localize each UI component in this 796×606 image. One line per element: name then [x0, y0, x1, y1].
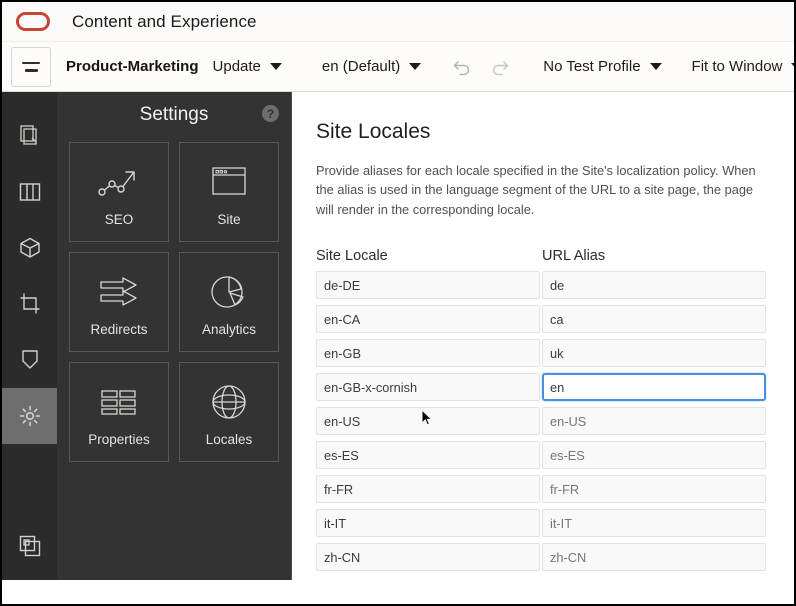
url-alias-input[interactable] — [542, 407, 766, 435]
main-content: Site Locales Provide aliases for each lo… — [292, 92, 794, 604]
table-row — [316, 339, 772, 367]
column-header-url-alias: URL Alias — [542, 247, 767, 265]
undo-button[interactable] — [451, 56, 473, 78]
settings-tile-seo[interactable]: SEO — [69, 142, 169, 242]
settings-tile-analytics[interactable]: Analytics — [179, 252, 279, 352]
sidebar-item-duplicate[interactable] — [2, 518, 57, 574]
settings-tile-label: Analytics — [202, 322, 256, 337]
components-icon — [18, 236, 42, 260]
page-description: Provide aliases for each locale specifie… — [316, 161, 766, 219]
site-locale-input[interactable] — [316, 441, 540, 469]
site-name-label: Product-Marketing — [66, 58, 199, 75]
update-dropdown[interactable]: Update — [213, 58, 282, 75]
test-profile-label: No Test Profile — [543, 58, 640, 75]
theme-icon — [19, 348, 41, 372]
sidebar-item-pages[interactable] — [2, 108, 57, 164]
url-alias-input[interactable] — [542, 305, 766, 333]
table-row — [316, 441, 772, 469]
app-title: Content and Experience — [72, 12, 257, 32]
locales-globe-icon — [208, 378, 250, 426]
url-alias-input[interactable] — [542, 441, 766, 469]
table-row — [316, 271, 772, 299]
site-locale-input[interactable] — [316, 271, 540, 299]
crop-icon — [18, 292, 42, 316]
sidebar-item-layouts[interactable] — [2, 164, 57, 220]
oracle-logo — [16, 12, 50, 31]
settings-tile-label: SEO — [105, 212, 134, 227]
brand-bar: Content and Experience — [2, 2, 794, 42]
table-row — [316, 543, 772, 571]
update-dropdown-label: Update — [213, 58, 261, 75]
table-row — [316, 373, 772, 401]
properties-table-icon — [96, 378, 142, 426]
application-window: Content and Experience Product-Marketing… — [0, 0, 796, 606]
settings-tile-site[interactable]: Site — [179, 142, 279, 242]
site-locale-input[interactable] — [316, 509, 540, 537]
chevron-down-icon — [791, 63, 796, 70]
settings-tile-grid: SEO Site — [57, 142, 291, 462]
settings-tile-label: Redirects — [90, 322, 147, 337]
table-row — [316, 407, 772, 435]
column-header-label: URL Alias — [542, 248, 605, 264]
sidebar-item-crop[interactable] — [2, 276, 57, 332]
url-alias-input[interactable] — [542, 509, 766, 537]
zoom-label: Fit to Window — [692, 58, 783, 75]
site-locale-input[interactable] — [316, 543, 540, 571]
url-alias-input[interactable] — [542, 543, 766, 571]
columns-icon — [18, 181, 42, 203]
table-header-row: Site Locale URL Alias — [316, 247, 772, 265]
help-icon[interactable]: ? — [262, 105, 279, 122]
zoom-dropdown[interactable]: Fit to Window — [692, 58, 796, 75]
duplicate-icon — [18, 534, 42, 558]
hamburger-icon-line-2 — [25, 69, 38, 72]
redo-button[interactable] — [489, 56, 511, 78]
settings-tile-label: Properties — [88, 432, 150, 447]
editor-toolbar: Product-Marketing Update en (Default) No… — [2, 42, 794, 92]
chevron-down-icon — [650, 63, 662, 70]
seo-trend-icon — [96, 158, 142, 206]
hamburger-icon-line-1 — [22, 62, 40, 65]
sidebar-item-components[interactable] — [2, 220, 57, 276]
language-dropdown-label: en (Default) — [322, 58, 400, 75]
site-locale-input[interactable] — [316, 475, 540, 503]
table-body — [316, 271, 772, 571]
hamburger-menu-button[interactable] — [11, 47, 51, 87]
settings-panel-header: Settings ? — [57, 92, 291, 138]
analytics-pie-icon — [207, 268, 251, 316]
sidebar-item-settings[interactable] — [2, 388, 57, 444]
site-window-icon — [208, 158, 250, 206]
settings-panel: Settings ? SEO — [57, 92, 292, 580]
test-profile-dropdown[interactable]: No Test Profile — [543, 58, 661, 75]
page-title: Site Locales — [316, 120, 772, 144]
left-icon-rail — [2, 92, 57, 580]
site-locale-input[interactable] — [316, 339, 540, 367]
settings-panel-title: Settings — [140, 104, 209, 126]
site-locales-table: Site Locale URL Alias — [316, 247, 772, 571]
site-locale-input[interactable] — [316, 305, 540, 333]
url-alias-input[interactable] — [542, 339, 766, 367]
redirects-arrows-icon — [96, 268, 142, 316]
settings-tile-redirects[interactable]: Redirects — [69, 252, 169, 352]
chevron-down-icon — [270, 63, 282, 70]
language-dropdown[interactable]: en (Default) — [322, 58, 421, 75]
site-locale-input[interactable] — [316, 407, 540, 435]
settings-tile-properties[interactable]: Properties — [69, 362, 169, 462]
table-row — [316, 509, 772, 537]
table-row — [316, 475, 772, 503]
column-header-site-locale: Site Locale — [316, 247, 541, 265]
chevron-down-icon — [409, 63, 421, 70]
url-alias-input[interactable] — [542, 271, 766, 299]
settings-tile-label: Locales — [206, 432, 253, 447]
column-header-label: Site Locale — [316, 248, 388, 264]
settings-tile-locales[interactable]: Locales — [179, 362, 279, 462]
pages-icon — [19, 124, 41, 148]
settings-tile-label: Site — [217, 212, 240, 227]
settings-gear-icon — [18, 404, 42, 428]
site-locale-input[interactable] — [316, 373, 540, 401]
sidebar-item-theme[interactable] — [2, 332, 57, 388]
url-alias-input[interactable] — [542, 475, 766, 503]
url-alias-input[interactable] — [542, 373, 766, 401]
table-row — [316, 305, 772, 333]
